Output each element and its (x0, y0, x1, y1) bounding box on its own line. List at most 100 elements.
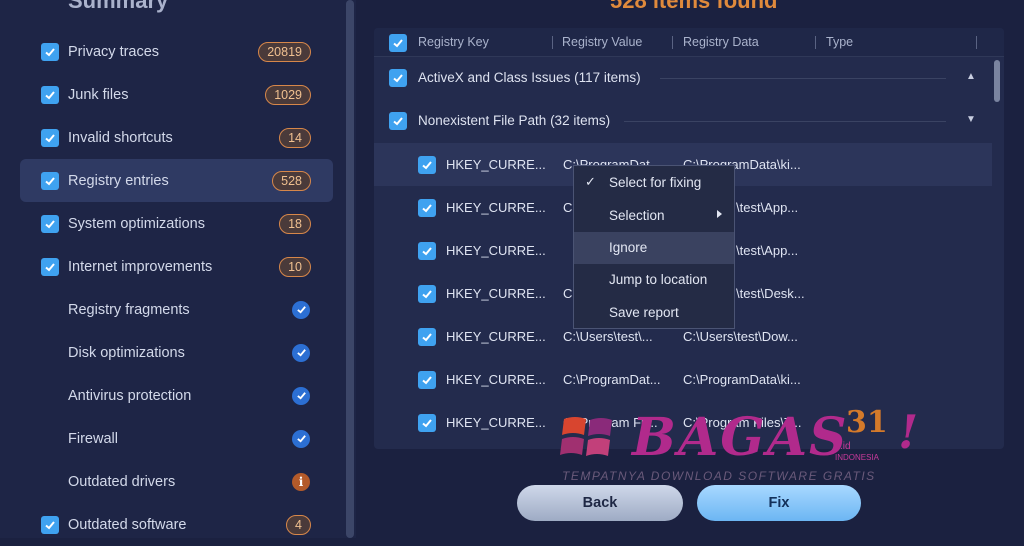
watermark-number: 31 (846, 405, 888, 440)
column-divider[interactable] (552, 36, 553, 49)
summary-item-label: Registry entries (68, 172, 169, 189)
cell-registry-key: HKEY_CURRE... (446, 329, 546, 344)
count-badge: 18 (279, 213, 311, 234)
summary-panel: Summary Privacy traces 20819 Junk files … (0, 0, 356, 538)
count-badge: 20819 (258, 41, 311, 62)
watermark-tagline: TEMPATNYA DOWNLOAD SOFTWARE GRATIS (562, 469, 876, 483)
cell-registry-data: \test\Desk... (736, 286, 805, 301)
checkbox[interactable] (418, 328, 436, 346)
summary-item-label: System optimizations (68, 215, 205, 232)
cell-registry-key: HKEY_CURRE... (446, 415, 546, 430)
menu-item-label: Select for fixing (609, 175, 702, 190)
summary-item-registry-entries[interactable]: Registry entries 528 (20, 159, 333, 202)
checkbox[interactable] (41, 42, 59, 61)
column-divider[interactable] (815, 36, 816, 49)
summary-item-system-optimizations[interactable]: System optimizations 18 (20, 202, 333, 245)
checkbox[interactable] (41, 515, 59, 534)
checkbox[interactable] (41, 171, 59, 190)
summary-item-label: Disk optimizations (68, 344, 185, 361)
group-row-nonexistent-file-path[interactable]: Nonexistent File Path (32 items) ▼ (374, 100, 992, 143)
summary-item-antivirus-protection[interactable]: Antivirus protection (20, 374, 333, 417)
summary-scrollbar[interactable] (346, 0, 354, 538)
column-header-registry-value[interactable]: Registry Value (562, 35, 642, 49)
column-divider[interactable] (976, 36, 977, 49)
column-header-type[interactable]: Type (826, 35, 853, 49)
checkbox[interactable] (41, 128, 59, 147)
summary-item-label: Internet improvements (68, 258, 213, 275)
group-row-activex[interactable]: ActiveX and Class Issues (117 items) ▲ (374, 57, 992, 100)
checkbox[interactable] (418, 199, 436, 217)
select-all-checkbox[interactable] (389, 34, 407, 52)
checkbox[interactable] (418, 371, 436, 389)
checkbox[interactable] (418, 285, 436, 303)
cell-registry-key: HKEY_CURRE... (446, 157, 546, 172)
checkbox[interactable] (418, 414, 436, 432)
group-label: Nonexistent File Path (32 items) (418, 113, 611, 128)
summary-item-label: Outdated drivers (68, 473, 176, 490)
info-icon: i (292, 472, 310, 491)
summary-item-invalid-shortcuts[interactable]: Invalid shortcuts 14 (20, 116, 333, 159)
context-menu: ✓ Select for fixing Selection Ignore Jum… (573, 165, 735, 329)
column-header-registry-key[interactable]: Registry Key (418, 35, 489, 49)
checkmark-icon: ✓ (585, 174, 596, 189)
checkbox[interactable] (389, 112, 407, 130)
summary-item-registry-fragments[interactable]: Registry fragments (20, 288, 333, 331)
summary-item-label: Outdated software (68, 516, 187, 533)
checkbox[interactable] (41, 257, 59, 276)
column-header-registry-data[interactable]: Registry Data (683, 35, 759, 49)
cell-registry-value: C:\ProgramDat... (563, 372, 661, 387)
table-scrollbar[interactable] (994, 60, 1000, 102)
expand-caret-icon[interactable]: ▼ (966, 114, 976, 125)
menu-item-selection[interactable]: Selection (574, 200, 734, 232)
summary-item-disk-optimizations[interactable]: Disk optimizations (20, 331, 333, 374)
summary-item-firewall[interactable]: Firewall (20, 417, 333, 460)
menu-item-label: Selection (609, 208, 665, 223)
watermark-country: INDONESIA (835, 453, 880, 462)
column-divider[interactable] (672, 36, 673, 49)
menu-item-save-report[interactable]: Save report (574, 297, 734, 329)
watermark: BAGAS 31 .id INDONESIA ! TEMPATNYA DOWNL… (560, 405, 930, 485)
table-header: Registry Key Registry Value Registry Dat… (374, 28, 1004, 57)
windows-flag-logo (560, 417, 612, 456)
checkbox[interactable] (41, 85, 59, 104)
checkbox[interactable] (418, 156, 436, 174)
menu-item-ignore[interactable]: Ignore (574, 232, 734, 264)
results-title: 528 items found (610, 0, 778, 13)
checkbox[interactable] (389, 69, 407, 87)
summary-item-label: Privacy traces (68, 43, 160, 60)
checkmark-circle-icon (292, 386, 310, 405)
count-badge: 4 (286, 514, 311, 535)
watermark-name: BAGAS (632, 407, 849, 468)
cell-registry-data: \test\App... (736, 200, 799, 215)
checkmark-circle-icon (292, 300, 310, 319)
menu-item-label: Ignore (609, 240, 648, 255)
checkbox[interactable] (41, 214, 59, 233)
summary-item-outdated-software[interactable]: Outdated software 4 (20, 503, 333, 546)
count-badge: 14 (279, 127, 311, 148)
group-label: ActiveX and Class Issues (117 items) (418, 70, 641, 85)
checkmark-circle-icon (292, 429, 310, 448)
cell-registry-data: C:\Users\test\Dow... (683, 329, 798, 344)
collapse-caret-icon[interactable]: ▲ (966, 71, 976, 82)
summary-title: Summary (68, 0, 169, 13)
summary-item-privacy-traces[interactable]: Privacy traces 20819 (20, 30, 333, 73)
menu-item-select-for-fixing[interactable]: ✓ Select for fixing (574, 167, 734, 199)
summary-item-label: Invalid shortcuts (68, 129, 173, 146)
divider (660, 78, 946, 79)
summary-item-junk-files[interactable]: Junk files 1029 (20, 73, 333, 116)
fix-button[interactable]: Fix (697, 485, 861, 521)
count-badge: 1029 (265, 84, 311, 105)
summary-item-outdated-drivers[interactable]: Outdated drivers i (20, 460, 333, 503)
cell-registry-key: HKEY_CURRE... (446, 200, 546, 215)
cell-registry-key: HKEY_CURRE... (446, 372, 546, 387)
menu-item-label: Jump to location (609, 272, 708, 287)
checkbox[interactable] (418, 242, 436, 260)
count-badge: 528 (272, 170, 311, 191)
summary-item-label: Junk files (68, 86, 129, 103)
menu-item-label: Save report (609, 305, 679, 320)
table-row[interactable]: HKEY_CURRE... C:\ProgramDat... C:\Progra… (374, 358, 992, 401)
back-button[interactable]: Back (517, 485, 683, 521)
menu-item-jump-to-location[interactable]: Jump to location (574, 264, 734, 296)
cell-registry-key: HKEY_CURRE... (446, 243, 546, 258)
summary-item-internet-improvements[interactable]: Internet improvements 10 (20, 245, 333, 288)
